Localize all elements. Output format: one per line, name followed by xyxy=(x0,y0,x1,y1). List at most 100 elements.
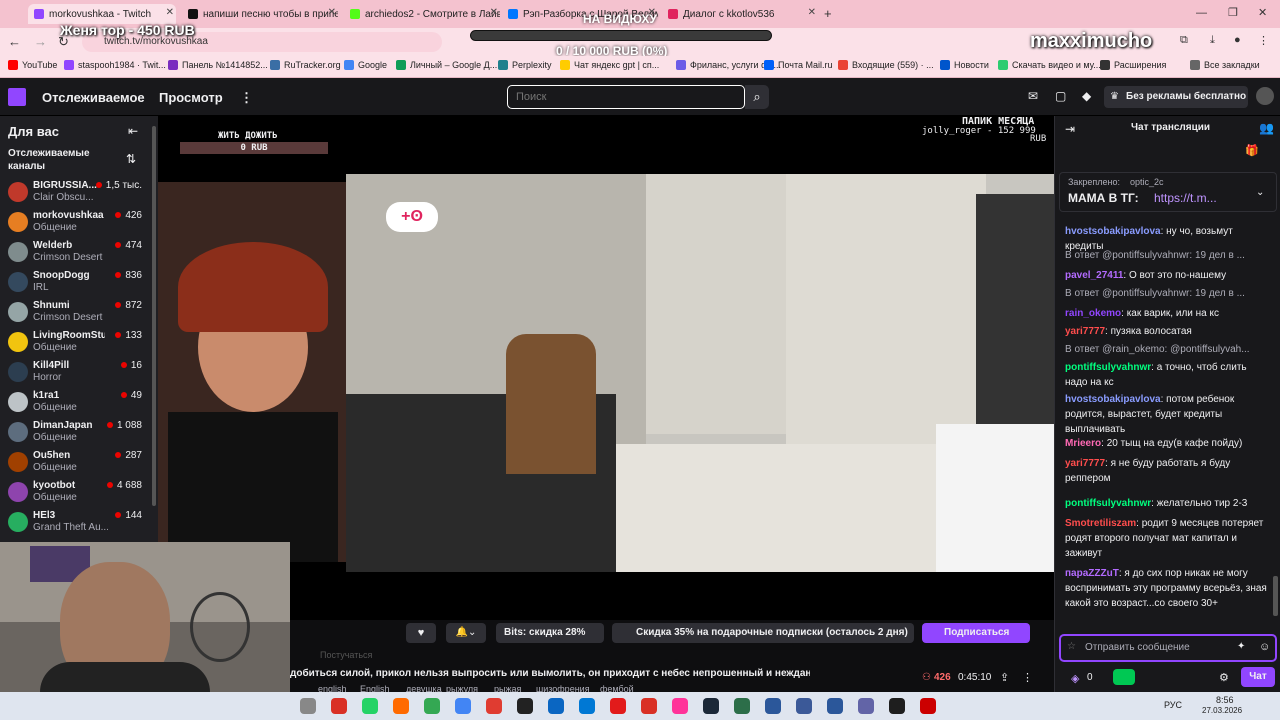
share-icon[interactable]: ⇪ xyxy=(1000,671,1009,684)
sidebar-channel[interactable]: DimanJapan Общение 1 088 xyxy=(0,418,150,448)
chat-input[interactable]: ☆ Отправить сообщение ✦ ☺ xyxy=(1059,634,1277,662)
bookmark-item[interactable]: Расширения xyxy=(1100,60,1166,70)
channel-points-icon[interactable]: ◈ xyxy=(1071,672,1079,685)
bookmark-item[interactable]: Панель №1414852... xyxy=(168,60,268,70)
bits-discount-button[interactable]: Bits: скидка 28% xyxy=(496,623,604,643)
chat-reply-context[interactable]: В ответ @rain_okemo: @pontiffsulyvah... xyxy=(1065,344,1271,355)
sidebar-channel[interactable]: Kill4Pill Horror 16 xyxy=(0,358,150,388)
bits-icon[interactable]: ◆ xyxy=(1082,89,1091,103)
yandex-icon[interactable] xyxy=(331,698,347,714)
word-icon[interactable] xyxy=(827,698,843,714)
browser-icon[interactable] xyxy=(455,698,471,714)
profile-icon[interactable]: ● xyxy=(1234,34,1241,46)
gift-icon[interactable]: 🎁 xyxy=(1245,144,1259,157)
browser-tab[interactable]: напиши песню чтобы в припе ✕ xyxy=(188,4,338,24)
chat-username[interactable]: Smotretiliszam xyxy=(1065,518,1136,529)
sidebar-channel[interactable]: Ou5hen Общение 287 xyxy=(0,448,150,478)
user-avatar[interactable] xyxy=(1256,87,1274,105)
bookmark-item[interactable]: Скачать видео и му... xyxy=(998,60,1101,70)
follow-heart-icon[interactable]: ♥ xyxy=(406,623,436,643)
forward-icon[interactable]: → xyxy=(34,34,47,49)
chat-username[interactable]: pontiffsulyvahnwr xyxy=(1065,498,1151,509)
chat-settings-icon[interactable]: ⚙ xyxy=(1219,671,1229,684)
app-icon[interactable] xyxy=(765,698,781,714)
chat-username[interactable]: pontiffsulyvahnwr xyxy=(1065,362,1151,373)
yandex-icon[interactable] xyxy=(641,698,657,714)
whispers-icon[interactable]: ▢ xyxy=(1055,89,1066,103)
chat-message[interactable]: Smotretiliszam: родит 9 месяцев потеряет… xyxy=(1065,516,1271,561)
notifications-icon[interactable]: 🔔⌄ xyxy=(446,623,486,643)
app-icon[interactable] xyxy=(920,698,936,714)
keyboard-language[interactable]: РУС xyxy=(1164,700,1182,710)
opera-icon[interactable] xyxy=(610,698,626,714)
chat-username[interactable]: pavel_27411 xyxy=(1065,270,1123,281)
twitch-logo-icon[interactable] xyxy=(8,88,26,106)
bookmark-item[interactable]: Чат яндекс gpt | сп... xyxy=(560,60,659,70)
browser-tab[interactable]: archiedos2 - Смотрите в Лайв ✕ xyxy=(350,4,500,24)
bookmark-item[interactable]: Все закладки xyxy=(1190,60,1260,70)
users-icon[interactable]: 👥 xyxy=(1259,121,1274,135)
pinned-message[interactable]: Закреплено: optic_2c МАМА В ТГ: https://… xyxy=(1059,172,1277,212)
sidebar-channel[interactable]: morkovushkaa Общение 426 xyxy=(0,208,150,238)
sidebar-channel[interactable]: LivingRoomStu...Общение 133 xyxy=(0,328,150,358)
chat-message[interactable]: pavel_27411: О вот это по-нашему xyxy=(1065,268,1271,283)
nav-browse[interactable]: Просмотр xyxy=(159,90,223,105)
bookmark-item[interactable]: RuTracker.org xyxy=(270,60,341,70)
app-icon[interactable] xyxy=(889,698,905,714)
video-player[interactable]: +ʘ ЖИТЬ ДОЖИТЬ 0 RUB ПАПИК МЕСЯЦА jolly_… xyxy=(158,116,1054,620)
chat-username[interactable]: hvostsobakipavlova xyxy=(1065,394,1161,405)
clock-time[interactable]: 8:56 xyxy=(1216,695,1234,705)
sort-icon[interactable]: ⇅ xyxy=(126,152,136,166)
magic-icon[interactable]: ✦ xyxy=(1237,641,1245,652)
chat-username[interactable]: yari7777 xyxy=(1065,458,1105,469)
chat-send-button[interactable]: Чат xyxy=(1241,667,1275,687)
chat-username[interactable]: hvostsobakipavlova xyxy=(1065,226,1161,237)
close-window-icon[interactable]: ✕ xyxy=(1258,6,1267,19)
prime-button[interactable]: ♛ Без рекламы бесплатно xyxy=(1104,86,1248,108)
back-icon[interactable]: ← xyxy=(8,34,21,49)
minimize-icon[interactable]: — xyxy=(1196,7,1207,19)
chat-message[interactable]: Mrieero: 20 тыщ на еду(в кафе пойду) xyxy=(1065,436,1271,451)
browser-tab[interactable]: morkovushkaa - Twitch ✕ xyxy=(28,4,176,24)
maximize-icon[interactable]: ❐ xyxy=(1228,6,1238,19)
more-icon[interactable]: ⋮ xyxy=(1022,671,1033,684)
chat-message[interactable]: пapaZZZuT: я до сих пор никак не могу во… xyxy=(1065,566,1271,611)
chat-username[interactable]: rain_okemo xyxy=(1065,308,1121,319)
collapse-chat-icon[interactable]: ⇥ xyxy=(1065,122,1075,136)
collapse-sidebar-icon[interactable]: ⇤ xyxy=(128,124,138,138)
yandex-browser-icon[interactable] xyxy=(486,698,502,714)
close-tab-icon[interactable]: ✕ xyxy=(490,7,498,18)
sidebar-channel[interactable]: HEl3 Grand Theft Au... 144 xyxy=(0,508,150,538)
new-tab-button[interactable]: + xyxy=(824,6,832,21)
chat-message[interactable]: hvostsobakipavlova: потом ребенок родитс… xyxy=(1065,392,1271,437)
chat-message[interactable]: pontiffsulyvahnwr: желательно тир 2-3 xyxy=(1065,496,1271,511)
chat-message[interactable]: rain_okemo: как варик, или на кс xyxy=(1065,306,1271,321)
chat-badge-icon[interactable]: ☆ xyxy=(1067,641,1076,652)
app-icon[interactable] xyxy=(796,698,812,714)
chat-reply-context[interactable]: В ответ @pontiffsulyvahnwr: 19 дел в ... xyxy=(1065,288,1271,299)
bookmark-item[interactable]: Новости xyxy=(940,60,989,70)
steam-icon[interactable] xyxy=(703,698,719,714)
file-explorer-icon[interactable] xyxy=(300,698,316,714)
download-icon[interactable]: ⤓ xyxy=(1210,34,1215,47)
chat-username[interactable]: Mrieero xyxy=(1065,438,1101,449)
app-icon[interactable] xyxy=(517,698,533,714)
chat-message[interactable]: pontiffsulyvahnwr: а точно, чтоб слить н… xyxy=(1065,360,1271,390)
subscribe-button[interactable]: Подписаться xyxy=(922,623,1030,643)
bookmark-item[interactable]: Perplexity xyxy=(498,60,552,70)
chevron-down-icon[interactable]: ⌄ xyxy=(1256,187,1264,198)
more-options-icon[interactable]: ⋮ xyxy=(240,90,253,106)
whatsapp-icon[interactable] xyxy=(362,698,378,714)
sidebar-channel[interactable]: k1ra1 Общение 49 xyxy=(0,388,150,418)
app-icon[interactable] xyxy=(548,698,564,714)
close-tab-icon[interactable]: ✕ xyxy=(166,7,174,18)
gift-subs-button[interactable]: Скидка 35% на подарочные подписки (остал… xyxy=(612,623,914,643)
bookmark-item[interactable]: Google xyxy=(344,60,387,70)
search-input[interactable] xyxy=(507,85,745,109)
bookmark-item[interactable]: Входящие (559) · ... xyxy=(838,60,934,70)
prediction-icon[interactable] xyxy=(1113,669,1135,685)
bookmark-item[interactable]: staspooh1984 · Twit... xyxy=(64,60,166,70)
bookmark-item[interactable]: Почта Mail.ru xyxy=(764,60,833,70)
extensions-icon[interactable]: ⧉ xyxy=(1180,34,1188,47)
sidebar-channel[interactable]: Welderb Crimson Desert 474 xyxy=(0,238,150,268)
